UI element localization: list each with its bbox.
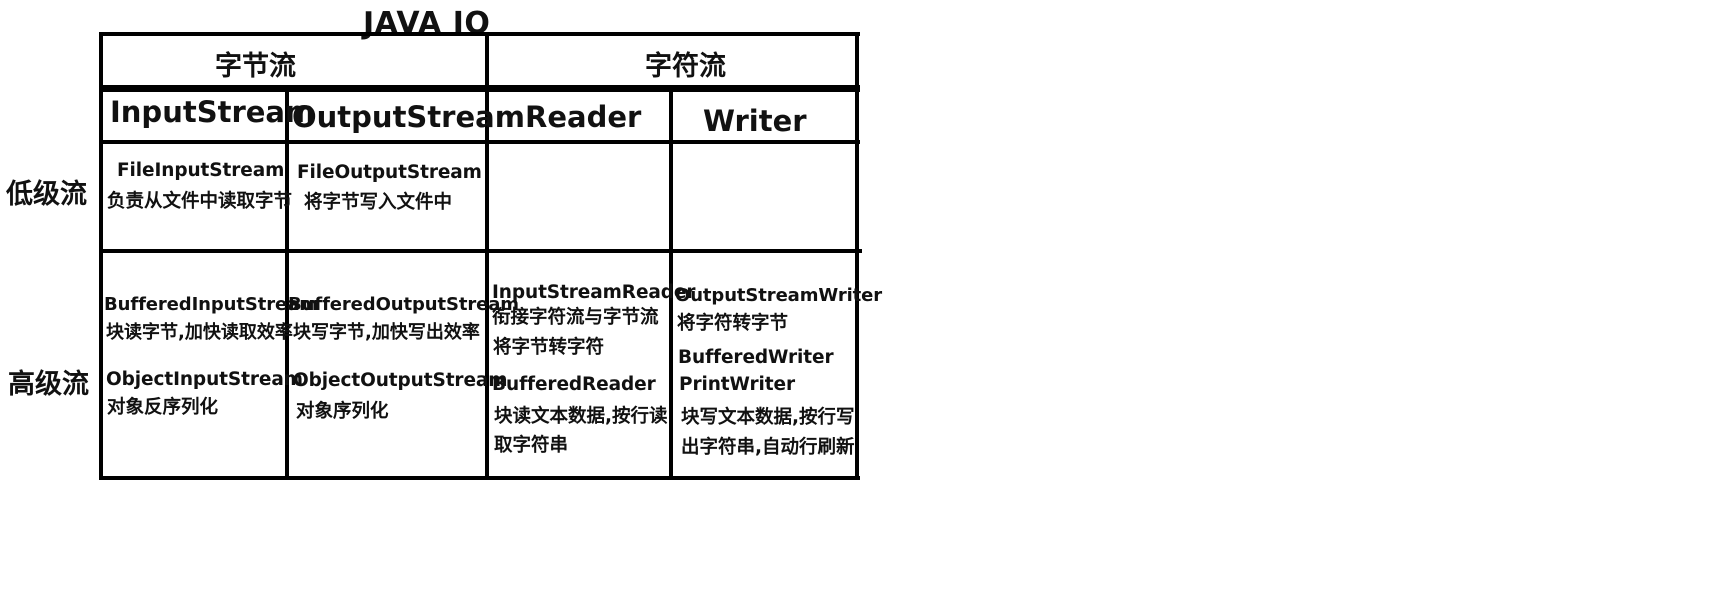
table-line-left — [99, 32, 103, 480]
cell-objectinputstream-class: ObjectInputStream — [106, 369, 303, 390]
column-header-inputstream: InputStream — [110, 95, 316, 129]
cell-inputstreamreader-desc-2: 将字节转字符 — [493, 337, 605, 358]
cell-bufferedreader-desc-1: 块读文本数据,按行读 — [494, 406, 668, 427]
cell-outputstreamwriter-class: OutputStreamWriter — [675, 285, 883, 306]
cell-bufferedoutputstream-class: BufferedOutputStream — [288, 294, 519, 315]
cell-objectoutputstream-desc: 对象序列化 — [296, 401, 389, 422]
cell-writer-desc-2: 出字符串,自动行刷新 — [681, 437, 855, 458]
table-line-bottom — [100, 476, 860, 480]
table-line-top — [100, 32, 860, 36]
group-header-char-stream: 字符流 — [645, 51, 726, 82]
cell-bufferedinputstream-desc: 块读字节,加快读取效率 — [106, 322, 293, 343]
column-header-writer: Writer — [703, 104, 807, 138]
cell-fileoutputstream-class: FileOutputStream — [297, 162, 482, 183]
cell-bufferedreader-class: BufferedReader — [492, 374, 656, 395]
cell-writer-desc-1: 块写文本数据,按行写 — [681, 407, 855, 428]
cell-bufferedwriter-class: BufferedWriter — [678, 347, 834, 368]
cell-fileinputstream-desc: 负责从文件中读取字节 — [107, 191, 293, 212]
table-line-right — [855, 32, 859, 480]
cell-inputstreamreader-class: InputStreamReader — [492, 282, 696, 303]
table-line-header-top — [100, 88, 860, 92]
cell-objectinputstream-desc: 对象反序列化 — [107, 397, 219, 418]
table-line-header-bottom — [100, 140, 860, 144]
cell-fileinputstream-class: FileInputStream — [117, 160, 285, 181]
table-line-col1 — [285, 88, 289, 480]
row-label-high-level: 高级流 — [8, 369, 89, 400]
row-label-low-level: 低级流 — [6, 179, 87, 210]
group-header-byte-stream: 字节流 — [215, 51, 296, 82]
cell-printwriter-class: PrintWriter — [679, 374, 795, 395]
cell-inputstreamreader-desc-1: 衔接字符流与字节流 — [492, 307, 659, 328]
cell-fileoutputstream-desc: 将字节写入文件中 — [304, 192, 453, 213]
cell-bufferedreader-desc-2: 取字符串 — [494, 435, 569, 456]
cell-bufferedoutputstream-desc: 块写字节,加快写出效率 — [293, 322, 480, 343]
cell-objectoutputstream-class: ObjectOutputStream — [293, 370, 508, 391]
cell-bufferedinputstream-class: BufferedInputStream — [104, 294, 318, 315]
column-header-reader: Reader — [525, 100, 642, 134]
column-header-outputstream: OutputStream — [292, 100, 525, 134]
table-line-low-bottom — [100, 249, 862, 253]
cell-outputstreamwriter-desc: 将字符转字节 — [677, 313, 789, 334]
